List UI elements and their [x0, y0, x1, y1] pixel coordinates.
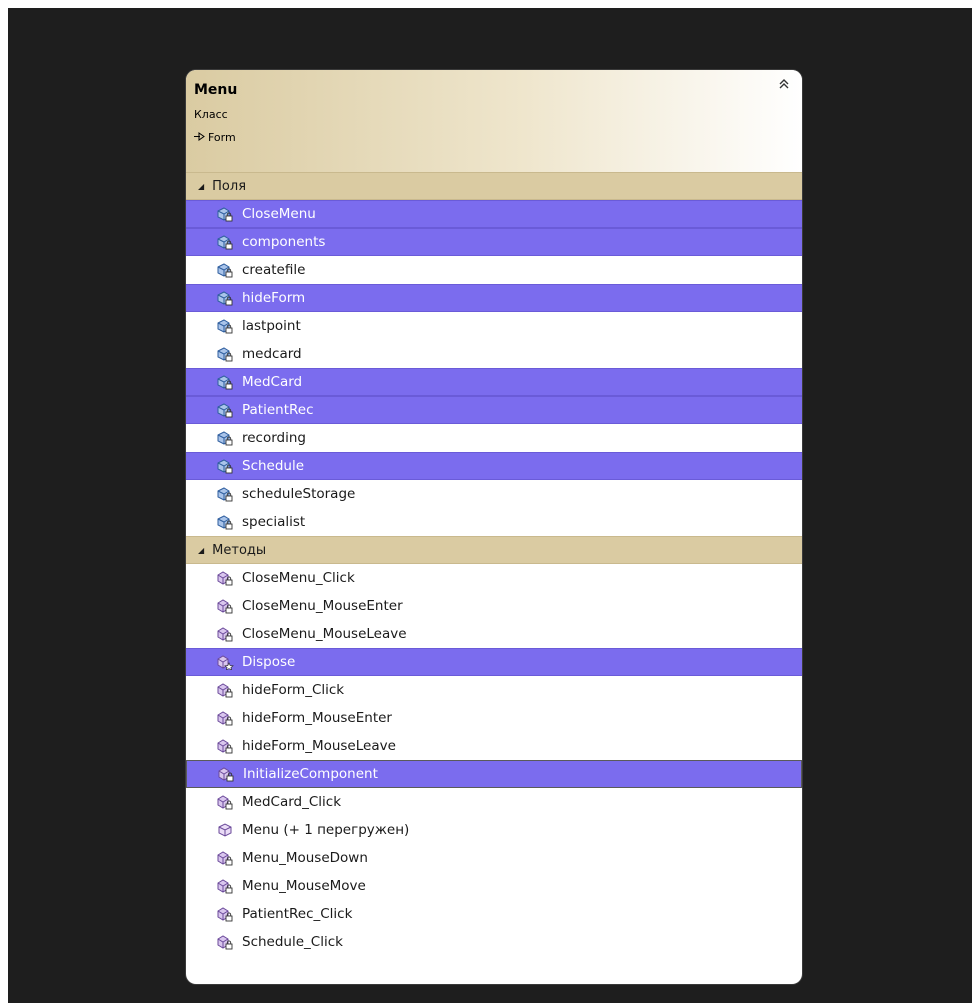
fields-list: CloseMenu components createfile hideForm las…: [186, 200, 802, 536]
field-icon: [216, 430, 234, 446]
field-row-label: MedCard: [242, 374, 303, 390]
field-icon: [216, 458, 234, 474]
protected-method-icon: [216, 654, 234, 671]
method-row[interactable]: Dispose: [186, 648, 802, 676]
methods-list: CloseMenu_Click CloseMenu_MouseEnter Close…: [186, 564, 802, 956]
section-methods-header[interactable]: ◢ Методы: [186, 536, 802, 564]
inheritance-arrow-icon: [194, 131, 205, 144]
private-method-icon: [217, 766, 235, 782]
method-row[interactable]: hideForm_Click: [186, 676, 802, 704]
method-row-label: Schedule_Click: [242, 934, 343, 950]
method-row[interactable]: hideForm_MouseLeave: [186, 732, 802, 760]
diagram-canvas: Menu Класс Form ◢ Поля CloseMenu componen…: [8, 8, 972, 1003]
field-row[interactable]: recording: [186, 424, 802, 452]
method-row-label: PatientRec_Click: [242, 906, 353, 922]
field-row[interactable]: hideForm: [186, 284, 802, 312]
method-row-label: Menu_MouseMove: [242, 878, 366, 894]
field-row[interactable]: Schedule: [186, 452, 802, 480]
double-chevron-up-icon: [778, 75, 790, 94]
private-method-icon: [216, 850, 234, 866]
field-row-label: scheduleStorage: [242, 486, 356, 502]
method-row[interactable]: CloseMenu_MouseLeave: [186, 620, 802, 648]
section-fields-header[interactable]: ◢ Поля: [186, 172, 802, 200]
section-fields-title: Поля: [212, 178, 247, 194]
method-row[interactable]: hideForm_MouseEnter: [186, 704, 802, 732]
private-method-icon: [216, 598, 234, 614]
method-row-label: Dispose: [242, 654, 296, 670]
field-row[interactable]: MedCard: [186, 368, 802, 396]
private-method-icon: [216, 878, 234, 894]
method-row-label: Menu_MouseDown: [242, 850, 368, 866]
method-row-label: CloseMenu_Click: [242, 570, 355, 586]
field-icon: [216, 486, 234, 502]
field-icon: [216, 402, 234, 418]
method-row-label: Menu (+ 1 перегружен): [242, 822, 410, 838]
field-row[interactable]: specialist: [186, 508, 802, 536]
field-icon: [216, 262, 234, 278]
collapse-button[interactable]: [776, 76, 792, 92]
field-row[interactable]: CloseMenu: [186, 200, 802, 228]
expanded-triangle-icon: ◢: [198, 545, 205, 555]
method-row[interactable]: Menu (+ 1 перегружен): [186, 816, 802, 844]
method-row[interactable]: InitializeComponent: [186, 760, 802, 788]
base-class-name: Form: [208, 131, 236, 144]
field-icon: [216, 318, 234, 334]
public-method-icon: [216, 822, 234, 838]
field-row-label: CloseMenu: [242, 206, 316, 222]
method-row[interactable]: Menu_MouseDown: [186, 844, 802, 872]
private-method-icon: [216, 682, 234, 698]
method-row-label: MedCard_Click: [242, 794, 342, 810]
field-row-label: Schedule: [242, 458, 305, 474]
method-row-label: CloseMenu_MouseEnter: [242, 598, 403, 614]
field-row-label: lastpoint: [242, 318, 301, 334]
class-shape[interactable]: Menu Класс Form ◢ Поля CloseMenu componen…: [186, 70, 802, 984]
field-row-label: createfile: [242, 262, 306, 278]
field-icon: [216, 514, 234, 530]
field-row[interactable]: medcard: [186, 340, 802, 368]
private-method-icon: [216, 906, 234, 922]
field-icon: [216, 290, 234, 306]
field-row-label: components: [242, 234, 326, 250]
method-row-label: CloseMenu_MouseLeave: [242, 626, 407, 642]
method-row[interactable]: Menu_MouseMove: [186, 872, 802, 900]
class-kind: Класс: [194, 108, 228, 121]
expanded-triangle-icon: ◢: [198, 181, 205, 191]
method-row[interactable]: Schedule_Click: [186, 928, 802, 956]
field-row-label: specialist: [242, 514, 306, 530]
method-row-label: hideForm_MouseEnter: [242, 710, 392, 726]
field-row[interactable]: PatientRec: [186, 396, 802, 424]
section-methods-title: Методы: [212, 542, 267, 558]
private-method-icon: [216, 794, 234, 810]
private-method-icon: [216, 570, 234, 586]
private-method-icon: [216, 738, 234, 754]
private-method-icon: [216, 934, 234, 950]
method-row-label: InitializeComponent: [243, 766, 378, 782]
method-row-label: hideForm_Click: [242, 682, 345, 698]
field-row-label: recording: [242, 430, 306, 446]
field-icon: [216, 346, 234, 362]
field-icon: [216, 234, 234, 250]
field-row-label: PatientRec: [242, 402, 314, 418]
field-icon: [216, 206, 234, 222]
field-icon: [216, 374, 234, 390]
class-header[interactable]: Menu Класс Form: [186, 70, 802, 172]
field-row-label: medcard: [242, 346, 302, 362]
method-row[interactable]: MedCard_Click: [186, 788, 802, 816]
private-method-icon: [216, 710, 234, 726]
field-row[interactable]: lastpoint: [186, 312, 802, 340]
field-row[interactable]: scheduleStorage: [186, 480, 802, 508]
base-class: Form: [194, 131, 236, 144]
private-method-icon: [216, 626, 234, 642]
field-row[interactable]: components: [186, 228, 802, 256]
method-row[interactable]: CloseMenu_MouseEnter: [186, 592, 802, 620]
field-row[interactable]: createfile: [186, 256, 802, 284]
class-name: Menu: [194, 82, 238, 98]
method-row-label: hideForm_MouseLeave: [242, 738, 396, 754]
field-row-label: hideForm: [242, 290, 306, 306]
method-row[interactable]: PatientRec_Click: [186, 900, 802, 928]
method-row[interactable]: CloseMenu_Click: [186, 564, 802, 592]
